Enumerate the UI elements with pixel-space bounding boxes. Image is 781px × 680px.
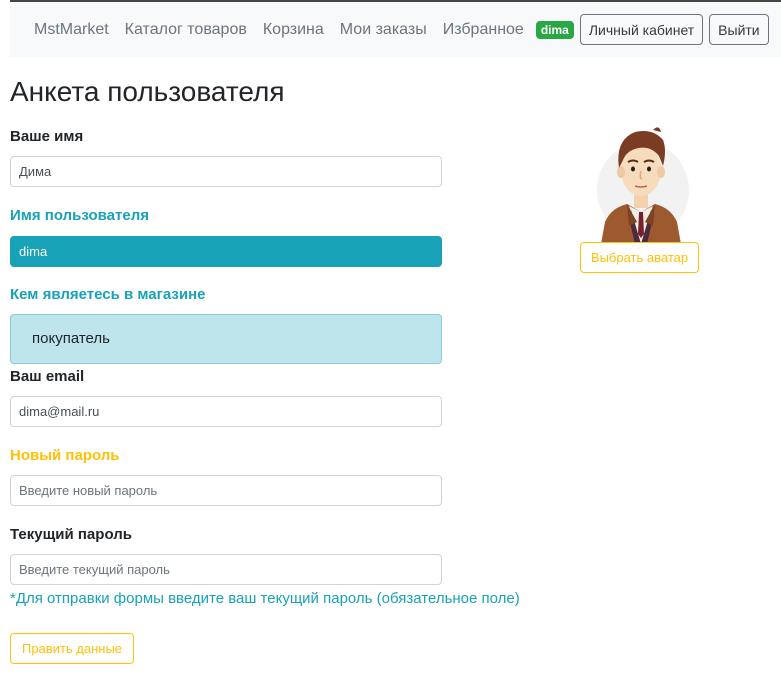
- choose-avatar-button[interactable]: Выбрать аватар: [580, 242, 699, 273]
- nav-link-orders[interactable]: Мои заказы: [340, 21, 427, 39]
- user-avatar-icon: [597, 127, 689, 244]
- cabinet-button[interactable]: Личный кабинет: [579, 14, 704, 45]
- logout-button[interactable]: Выйти: [709, 14, 769, 45]
- new-password-label: Новый пароль: [10, 447, 120, 464]
- current-password-label: Текущий пароль: [10, 526, 132, 543]
- role-label: Кем являетесь в магазине: [10, 286, 206, 303]
- new-password-input[interactable]: [10, 475, 442, 506]
- name-input[interactable]: [10, 156, 442, 187]
- navbar: MstMarket Каталог товаров Корзина Мои за…: [10, 2, 781, 57]
- nav-link-cart[interactable]: Корзина: [263, 21, 324, 39]
- current-password-input[interactable]: [10, 554, 442, 585]
- name-label: Ваше имя: [10, 128, 84, 145]
- brand-link[interactable]: MstMarket: [34, 21, 109, 39]
- nav-link-favorites[interactable]: Избранное: [443, 21, 524, 39]
- email-label: Ваш email: [10, 368, 85, 385]
- page-title: Анкета пользователя: [10, 76, 285, 107]
- email-input[interactable]: [10, 396, 442, 427]
- form-hint: *Для отправки формы введите ваш текущий …: [10, 590, 520, 607]
- user-badge: dima: [535, 20, 574, 39]
- submit-button[interactable]: Править данные: [10, 633, 134, 664]
- username-input[interactable]: [10, 236, 442, 267]
- role-alert: покупатель: [10, 314, 442, 364]
- nav-link-catalog[interactable]: Каталог товаров: [125, 21, 247, 39]
- username-label: Имя пользователя: [10, 207, 149, 224]
